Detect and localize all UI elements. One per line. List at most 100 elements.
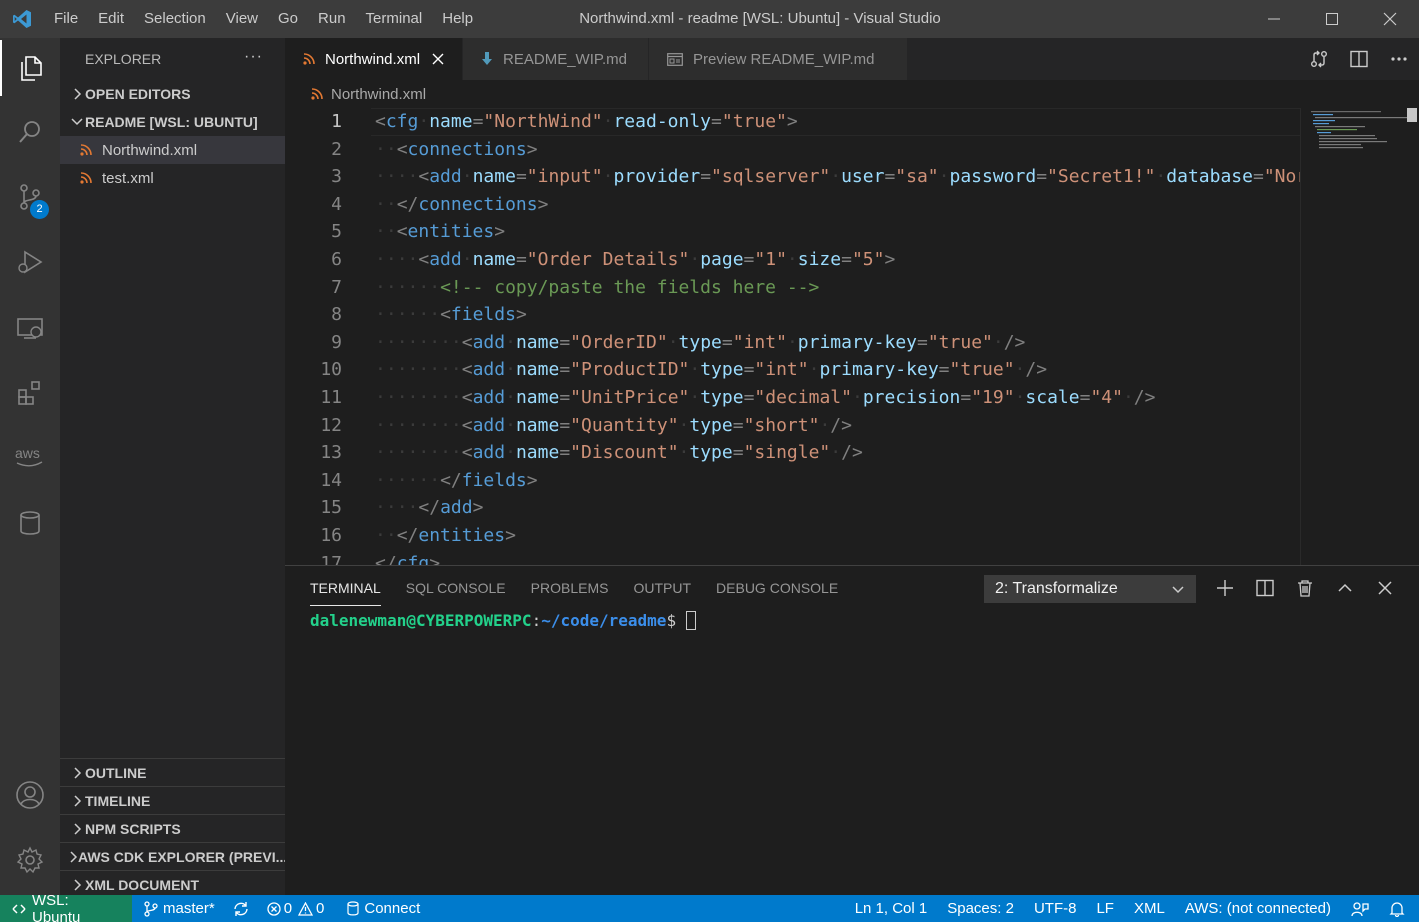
aws-cdk-explorer-section[interactable]: AWS CDK EXPLORER (PREVI... bbox=[60, 842, 285, 870]
plus-icon bbox=[1217, 580, 1233, 596]
code-line[interactable]: ····<add·name="input"·provider="sqlserve… bbox=[375, 163, 1300, 191]
menu-help[interactable]: Help bbox=[432, 0, 483, 38]
split-editor-button[interactable] bbox=[1339, 50, 1379, 68]
branch-indicator[interactable]: master* bbox=[132, 900, 224, 917]
terminal-selector[interactable]: 2: Transformalize bbox=[984, 575, 1196, 603]
split-terminal-button[interactable] bbox=[1245, 579, 1285, 597]
extensions-activity[interactable] bbox=[0, 365, 60, 421]
chevron-right-icon bbox=[68, 794, 85, 807]
terminal-user: dalenewman@CYBERPOWERPC bbox=[310, 611, 532, 630]
line-number: 17 bbox=[320, 552, 342, 566]
code-line[interactable]: </cfg> bbox=[375, 550, 1300, 566]
close-panel-button[interactable] bbox=[1365, 581, 1405, 595]
menu-run[interactable]: Run bbox=[308, 0, 356, 38]
code-line[interactable]: ········<add·name="OrderID"·type="int"·p… bbox=[375, 329, 1300, 357]
open-editors-section[interactable]: OPEN EDITORS bbox=[60, 80, 285, 108]
code-line[interactable]: ······<!-- copy/paste the fields here --… bbox=[375, 274, 1300, 302]
indentation[interactable]: Spaces: 2 bbox=[937, 900, 1024, 917]
remote-explorer-activity[interactable] bbox=[0, 300, 60, 356]
code-lines[interactable]: <cfg·name="NorthWind"·read-only="true"> ·… bbox=[371, 108, 1300, 566]
remote-indicator[interactable]: WSL: Ubuntu bbox=[0, 892, 132, 922]
end-of-line[interactable]: LF bbox=[1086, 900, 1124, 917]
menu-file[interactable]: File bbox=[44, 0, 88, 38]
open-changes-button[interactable] bbox=[1299, 49, 1339, 69]
line-number: 1 bbox=[331, 111, 342, 132]
tab-terminal[interactable]: TERMINAL bbox=[310, 566, 381, 606]
status-bar-right: Ln 1, Col 1 Spaces: 2 UTF-8 LF XML AWS: … bbox=[845, 895, 1419, 922]
menu-terminal[interactable]: Terminal bbox=[356, 0, 433, 38]
terminal-symbol: $ bbox=[666, 611, 686, 630]
npm-scripts-label: NPM SCRIPTS bbox=[85, 820, 181, 837]
maximize-panel-button[interactable] bbox=[1325, 580, 1365, 596]
aws-connection[interactable]: AWS: (not connected) bbox=[1175, 900, 1341, 917]
run-debug-icon bbox=[18, 250, 43, 274]
encoding[interactable]: UTF-8 bbox=[1024, 900, 1087, 917]
editor-tabs: Northwind.xml README_WIP.md Preview READ… bbox=[285, 38, 1419, 80]
file-item-test[interactable]: test.xml bbox=[60, 164, 285, 192]
file-item-northwind[interactable]: Northwind.xml bbox=[60, 136, 285, 164]
outline-section[interactable]: OUTLINE bbox=[60, 758, 285, 786]
timeline-section[interactable]: TIMELINE bbox=[60, 786, 285, 814]
search-activity[interactable] bbox=[0, 104, 60, 160]
notifications-button[interactable] bbox=[1379, 901, 1419, 917]
terminal-prompt[interactable]: dalenewman@CYBERPOWERPC:~/code/readme$ bbox=[310, 611, 696, 630]
code-line[interactable]: ····</add> bbox=[375, 494, 1300, 522]
rss-icon bbox=[303, 53, 315, 65]
sync-button[interactable] bbox=[224, 901, 258, 917]
code-line[interactable]: ··</entities> bbox=[375, 522, 1300, 550]
language-mode[interactable]: XML bbox=[1124, 900, 1175, 917]
tab-sql-console[interactable]: SQL CONSOLE bbox=[406, 566, 506, 606]
code-line[interactable]: <cfg·name="NorthWind"·read-only="true"> bbox=[371, 108, 1300, 136]
menu-go[interactable]: Go bbox=[268, 0, 308, 38]
source-control-activity[interactable]: 2 bbox=[0, 169, 60, 225]
aws-activity[interactable]: aws bbox=[0, 429, 60, 485]
more-editor-actions-button[interactable] bbox=[1379, 56, 1419, 62]
code-line[interactable]: ··<entities> bbox=[375, 218, 1300, 246]
chevron-up-icon bbox=[1338, 583, 1352, 592]
workspace-section[interactable]: README [WSL: UBUNTU] bbox=[60, 108, 285, 136]
menu-selection[interactable]: Selection bbox=[134, 0, 216, 38]
split-terminal-icon bbox=[1256, 579, 1274, 597]
npm-scripts-section[interactable]: NPM SCRIPTS bbox=[60, 814, 285, 842]
problems-indicator[interactable]: 0 0 bbox=[258, 900, 334, 917]
breadcrumb-file[interactable]: Northwind.xml bbox=[331, 86, 426, 103]
menu-edit[interactable]: Edit bbox=[88, 0, 134, 38]
tab-preview-readme[interactable]: Preview README_WIP.md bbox=[649, 38, 909, 80]
run-debug-activity[interactable] bbox=[0, 234, 60, 290]
maximize-button[interactable] bbox=[1303, 0, 1361, 38]
code-line[interactable]: ········<add·name="ProductID"·type="int"… bbox=[375, 356, 1300, 384]
terminal-selector-value: 2: Transformalize bbox=[995, 580, 1118, 597]
code-line[interactable]: ··</connections> bbox=[375, 191, 1300, 219]
tab-debug-console[interactable]: DEBUG CONSOLE bbox=[716, 566, 838, 606]
menu-view[interactable]: View bbox=[216, 0, 268, 38]
code-editor[interactable]: 1 2 3 4 5 6 7 8 9 10 11 12 13 14 15 16 1… bbox=[285, 108, 1300, 565]
code-line[interactable]: ········<add·name="Quantity"·type="short… bbox=[375, 412, 1300, 440]
markdown-icon bbox=[481, 52, 493, 66]
database-activity[interactable] bbox=[0, 495, 60, 551]
manage-activity[interactable] bbox=[0, 832, 60, 888]
code-line[interactable]: ········<add·name="UnitPrice"·type="deci… bbox=[375, 384, 1300, 412]
feedback-button[interactable] bbox=[1341, 901, 1379, 917]
scrollbar-thumb[interactable] bbox=[1407, 108, 1417, 122]
close-window-button[interactable] bbox=[1361, 0, 1419, 38]
tab-readme-wip[interactable]: README_WIP.md bbox=[463, 38, 650, 80]
accounts-activity[interactable] bbox=[0, 767, 60, 823]
minimap[interactable] bbox=[1300, 108, 1419, 565]
connect-button[interactable]: Connect bbox=[333, 900, 429, 917]
code-line[interactable]: ········<add·name="Discount"·type="singl… bbox=[375, 439, 1300, 467]
close-tab-button[interactable] bbox=[432, 53, 444, 65]
tab-northwind-xml[interactable]: Northwind.xml bbox=[285, 38, 464, 80]
more-actions-button[interactable]: ··· bbox=[244, 48, 263, 66]
code-line[interactable]: ··<connections> bbox=[375, 136, 1300, 164]
tab-problems[interactable]: PROBLEMS bbox=[531, 566, 609, 606]
tab-output[interactable]: OUTPUT bbox=[633, 566, 691, 606]
code-line[interactable]: ······</fields> bbox=[375, 467, 1300, 495]
maximize-icon bbox=[1326, 13, 1338, 25]
code-line[interactable]: ······<fields> bbox=[375, 301, 1300, 329]
code-line[interactable]: ····<add·name="Order Details"·page="1"·s… bbox=[375, 246, 1300, 274]
explorer-activity[interactable] bbox=[0, 40, 60, 96]
minimize-button[interactable] bbox=[1245, 0, 1303, 38]
new-terminal-button[interactable] bbox=[1205, 579, 1245, 597]
cursor-position[interactable]: Ln 1, Col 1 bbox=[845, 900, 938, 917]
kill-terminal-button[interactable] bbox=[1285, 579, 1325, 597]
